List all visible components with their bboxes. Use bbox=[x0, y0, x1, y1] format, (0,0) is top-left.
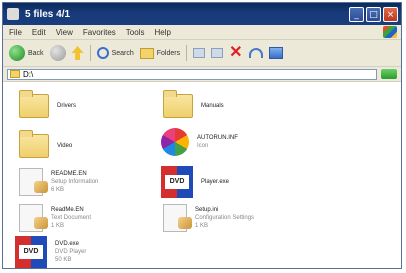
config-settings-icon bbox=[163, 204, 192, 232]
list-item[interactable]: ReadMe.EN Text Document 1 KB bbox=[19, 204, 91, 232]
file-list: Drivers Manuals Video AUTORUN.INF Icon R… bbox=[3, 82, 401, 268]
address-field[interactable]: D:\ bbox=[7, 68, 377, 80]
item-meta: Configuration Settings 1 KB bbox=[195, 215, 255, 229]
item-name: AUTORUN.INF bbox=[197, 135, 238, 141]
move-to-button[interactable] bbox=[193, 48, 206, 58]
setup-document-icon bbox=[19, 168, 48, 196]
list-item[interactable]: Manuals bbox=[163, 90, 224, 118]
folder-icon bbox=[19, 90, 49, 118]
menu-tools[interactable]: Tools bbox=[126, 28, 145, 37]
go-button[interactable] bbox=[381, 69, 397, 79]
search-button[interactable]: Search bbox=[96, 47, 134, 59]
folder-icon bbox=[163, 90, 193, 118]
drive-icon bbox=[10, 70, 20, 78]
list-item[interactable]: README.EN Setup Information 6 KB bbox=[19, 168, 98, 196]
views-button[interactable] bbox=[268, 47, 283, 59]
explorer-window: 5 files 4/1 _ □ × File Edit View Favorit… bbox=[2, 2, 402, 269]
dvd-player-icon: DVD bbox=[161, 166, 193, 198]
menu-edit[interactable]: Edit bbox=[32, 28, 46, 37]
item-name: Player.exe bbox=[201, 179, 230, 185]
up-folder-button[interactable] bbox=[71, 46, 84, 60]
toolbar-separator bbox=[89, 45, 91, 61]
menu-favorites[interactable]: Favorites bbox=[83, 28, 116, 37]
item-name: Manuals bbox=[201, 103, 224, 109]
list-item[interactable]: Setup.ini Configuration Settings 1 KB bbox=[163, 204, 254, 232]
maximize-button[interactable]: □ bbox=[366, 6, 381, 22]
item-meta: Text Document 1 KB bbox=[51, 215, 92, 229]
back-arrow-icon bbox=[9, 45, 25, 61]
delete-button[interactable]: ✕ bbox=[229, 45, 242, 61]
folders-label: Folders bbox=[156, 49, 181, 57]
copy-to-button[interactable] bbox=[211, 48, 224, 58]
forward-button[interactable] bbox=[49, 45, 66, 61]
folders-icon bbox=[139, 47, 154, 59]
list-item[interactable]: DVD Player.exe bbox=[161, 166, 229, 198]
item-meta: DVD Player 50 KB bbox=[55, 249, 87, 263]
menu-help[interactable]: Help bbox=[154, 28, 170, 37]
item-name: README.EN bbox=[51, 171, 87, 177]
list-item[interactable]: DVD DVD.exe DVD Player 50 KB bbox=[15, 236, 86, 268]
title-bar: 5 files 4/1 _ □ × bbox=[3, 3, 401, 25]
folders-button[interactable]: Folders bbox=[139, 47, 181, 59]
menu-file[interactable]: File bbox=[9, 28, 22, 37]
address-value: D:\ bbox=[23, 69, 34, 79]
menu-view[interactable]: View bbox=[56, 28, 73, 37]
back-button[interactable]: Back bbox=[9, 45, 44, 61]
toolbar: Back Search Folders ✕ bbox=[3, 40, 401, 67]
back-label: Back bbox=[28, 49, 44, 57]
menu-bar: File Edit View Favorites Tools Help bbox=[3, 25, 401, 40]
search-icon bbox=[96, 47, 109, 59]
close-button[interactable]: × bbox=[383, 6, 398, 22]
item-name: ReadMe.EN bbox=[51, 207, 84, 213]
address-bar: D:\ bbox=[3, 67, 401, 82]
undo-button[interactable] bbox=[248, 48, 263, 58]
folder-window-icon bbox=[7, 8, 19, 20]
folder-icon bbox=[19, 130, 49, 158]
dvd-player-icon: DVD bbox=[15, 236, 47, 268]
item-name: Drivers bbox=[57, 103, 76, 109]
windows-logo-icon bbox=[383, 26, 397, 38]
item-name: Setup.ini bbox=[195, 207, 219, 213]
minimize-button[interactable]: _ bbox=[349, 6, 364, 22]
list-item[interactable]: Video bbox=[19, 130, 73, 158]
item-name: Video bbox=[57, 143, 73, 149]
text-document-icon bbox=[19, 204, 48, 232]
pinwheel-icon bbox=[161, 128, 189, 156]
toolbar-separator bbox=[186, 45, 188, 61]
item-name: DVD.exe bbox=[55, 241, 80, 247]
item-meta: Setup Information 6 KB bbox=[51, 179, 99, 193]
list-item[interactable]: Drivers bbox=[19, 90, 76, 118]
window-title: 5 files 4/1 bbox=[25, 8, 71, 20]
search-label: Search bbox=[111, 49, 134, 57]
list-item[interactable]: AUTORUN.INF Icon bbox=[161, 128, 238, 156]
item-meta: Icon bbox=[197, 143, 209, 149]
